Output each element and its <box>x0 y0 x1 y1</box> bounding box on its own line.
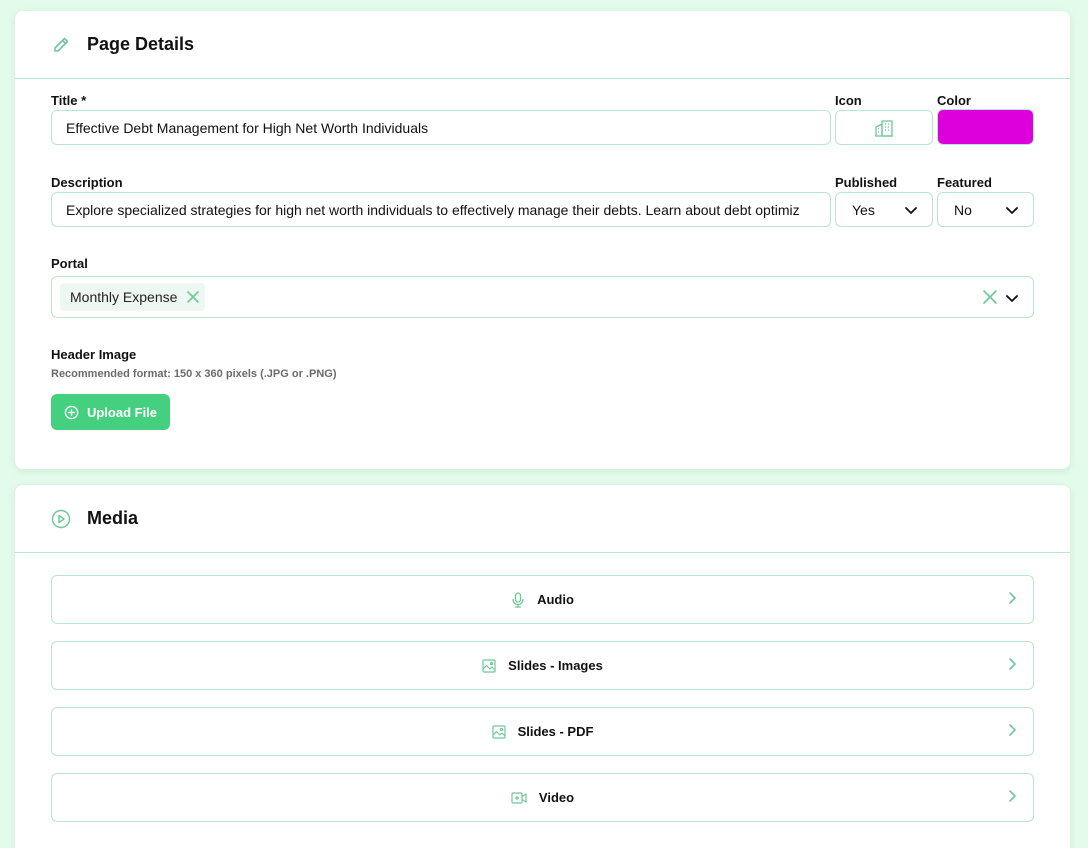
title-label: Title * <box>51 93 87 108</box>
page-details-header: Page Details <box>15 11 1070 79</box>
featured-select[interactable]: No <box>937 192 1034 227</box>
media-item-slides-images[interactable]: Slides - Images <box>51 641 1034 690</box>
media-item-slides-pdf[interactable]: Slides - PDF <box>51 707 1034 756</box>
color-swatch[interactable] <box>937 109 1034 145</box>
chevron-right-icon <box>1007 591 1017 605</box>
plus-circle-icon <box>64 405 79 420</box>
media-item-video[interactable]: Video <box>51 773 1034 822</box>
media-item-label: Slides - Images <box>508 658 603 673</box>
portal-label: Portal <box>51 256 88 271</box>
media-item-label: Audio <box>537 592 574 607</box>
header-image-label: Header Image <box>51 347 137 362</box>
page-details-title: Page Details <box>87 34 195 54</box>
play-circle-icon <box>51 509 71 529</box>
media-item-audio[interactable]: Audio <box>51 575 1034 624</box>
media-title: Media <box>87 508 139 528</box>
media-header: Media <box>15 485 1070 553</box>
upload-file-button[interactable]: Upload File <box>51 394 170 430</box>
chevron-down-icon <box>1005 203 1019 217</box>
video-camera-icon <box>511 791 527 804</box>
chevron-down-icon[interactable] <box>1005 291 1019 305</box>
description-label: Description <box>51 175 123 190</box>
pencil-icon <box>51 35 71 55</box>
media-item-label: Video <box>538 790 575 805</box>
portal-tag-label: Monthly Expense <box>70 289 178 305</box>
clear-icon[interactable] <box>983 290 997 304</box>
page-details-card: Page Details Title * Effective Debt Mana… <box>15 11 1070 469</box>
portal-multiselect[interactable]: Monthly Expense <box>51 276 1034 318</box>
remove-tag-icon[interactable] <box>187 291 200 303</box>
header-image-hint: Recommended format: 150 x 360 pixels (.J… <box>51 368 337 380</box>
building-icon <box>874 119 894 137</box>
color-label: Color <box>937 93 971 108</box>
published-value: Yes <box>852 201 875 218</box>
published-label: Published <box>835 175 898 190</box>
media-card: Media Audio Slides - Images Slides - PDF… <box>15 485 1070 848</box>
description-input[interactable]: Explore specialized strategies for high … <box>51 192 831 227</box>
portal-tag: Monthly Expense <box>60 283 206 311</box>
published-select[interactable]: Yes <box>835 192 933 227</box>
featured-value: No <box>954 201 972 218</box>
icon-picker[interactable] <box>835 110 933 145</box>
microphone-icon <box>511 591 525 608</box>
image-icon <box>491 724 506 739</box>
icon-label: Icon <box>835 93 862 108</box>
title-input[interactable]: Effective Debt Management for High Net W… <box>51 110 831 145</box>
chevron-right-icon <box>1007 657 1017 671</box>
chevron-right-icon <box>1007 789 1017 803</box>
media-item-label: Slides - PDF <box>517 724 594 739</box>
upload-file-label: Upload File <box>86 404 158 420</box>
chevron-down-icon <box>904 203 918 217</box>
image-icon <box>482 658 496 673</box>
chevron-right-icon <box>1007 723 1017 737</box>
featured-label: Featured <box>937 175 992 190</box>
